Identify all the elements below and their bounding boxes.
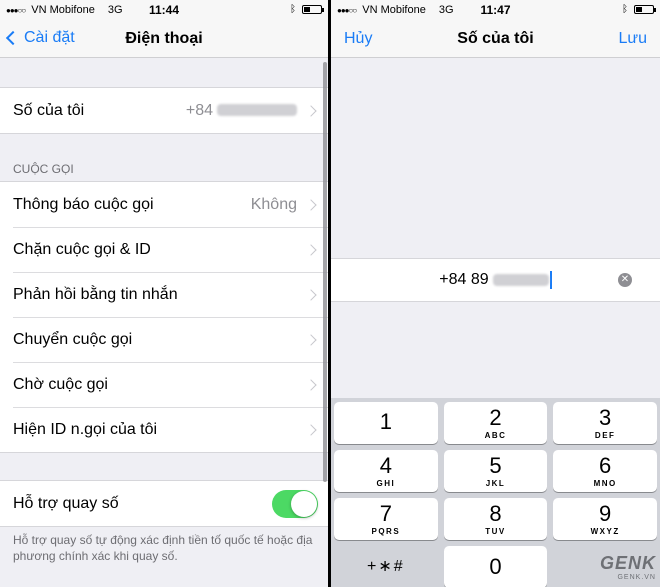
- my-number-value: +84: [186, 102, 297, 120]
- key-digit: +∗#: [367, 558, 405, 575]
- key-digit: 1: [379, 409, 392, 434]
- key-3[interactable]: 3 DEF: [553, 402, 658, 444]
- chevron-right-icon: [305, 198, 317, 211]
- dial-assist-row: Hỗ trợ quay số: [0, 481, 328, 526]
- page-title: Điện thoại: [125, 30, 203, 47]
- key-0[interactable]: 0: [443, 546, 548, 587]
- key-9[interactable]: 9 WXYZ: [553, 498, 658, 540]
- dial-assist-toggle[interactable]: [272, 489, 318, 518]
- redacted-number: [217, 104, 297, 117]
- status-icons: ᛒ: [290, 4, 324, 15]
- my-number-row[interactable]: Số của tôi +84: [0, 88, 328, 133]
- keypad-row: 4 GHI 5 JKL 6 MNO: [334, 450, 658, 492]
- key-letters: JKL: [485, 478, 506, 488]
- key-letters: DEF: [594, 430, 616, 440]
- show-caller-id-row[interactable]: Hiện ID n.gọi của tôi: [0, 407, 328, 452]
- chevron-right-icon: [305, 333, 317, 346]
- save-button[interactable]: Lưu: [618, 30, 647, 48]
- call-announce-row[interactable]: Thông báo cuộc gọi Không: [0, 182, 328, 227]
- keypad-row: 1 2 ABC 3 DEF: [334, 402, 658, 444]
- toggle-knob: [291, 490, 317, 517]
- scrollbar[interactable]: [323, 62, 327, 482]
- key-letters: TUV: [485, 526, 506, 536]
- dial-assist-group: Hỗ trợ quay số: [0, 480, 328, 527]
- key-4[interactable]: 4 GHI: [334, 450, 438, 492]
- key-2[interactable]: 2 ABC: [443, 402, 548, 444]
- chevron-right-icon: [305, 104, 317, 117]
- navigation-bar: Cài đặt Điện thoại: [0, 20, 328, 58]
- call-announce-value: Không: [250, 195, 297, 213]
- clear-icon[interactable]: ✕: [618, 273, 632, 287]
- settings-phone-screen: ●●●○○ VN Mobifone 3G 11:44 ᛒ Cài đặt Điệ…: [0, 0, 328, 587]
- chevron-right-icon: [305, 243, 317, 256]
- keypad-row: 7 PQRS 8 TUV 9 WXYZ: [334, 498, 658, 540]
- bluetooth-icon: ᛒ: [622, 4, 628, 15]
- key-5[interactable]: 5 JKL: [443, 450, 548, 492]
- redacted-number: [492, 274, 549, 286]
- key-7[interactable]: 7 PQRS: [334, 498, 438, 540]
- chevron-right-icon: [305, 423, 317, 436]
- clock: 11:44: [148, 3, 180, 17]
- key-digit: 8: [489, 500, 502, 526]
- key-1[interactable]: 1: [334, 402, 438, 444]
- key-letters: MNO: [593, 478, 617, 488]
- key-letters: GHI: [376, 478, 396, 488]
- call-blocking-row[interactable]: Chặn cuộc gọi & ID: [0, 227, 328, 272]
- my-number-prefix: +84: [185, 101, 213, 119]
- calls-section-header: CUỘC GỌI: [13, 162, 74, 176]
- text-cursor: [549, 271, 552, 289]
- show-caller-id-label: Hiện ID n.gọi của tôi: [13, 420, 158, 438]
- respond-with-text-label: Phản hồi bằng tin nhắn: [13, 285, 178, 303]
- key-letters: ABC: [484, 430, 507, 440]
- key-symbols[interactable]: +∗#: [334, 546, 438, 587]
- key-digit: 9: [599, 500, 612, 526]
- call-waiting-label: Chờ cuộc gọi: [13, 375, 108, 393]
- watermark-site: GENK.VN: [617, 574, 656, 581]
- key-digit: 5: [489, 452, 502, 478]
- battery-icon: [634, 5, 656, 14]
- my-number-label: Số của tôi: [13, 101, 85, 119]
- key-digit: 7: [379, 500, 392, 526]
- chevron-right-icon: [305, 288, 317, 301]
- phone-number-prefix: +84 89: [439, 271, 489, 288]
- key-digit: 2: [489, 404, 502, 430]
- key-digit: 0: [489, 554, 502, 579]
- call-announce-label: Thông báo cuộc gọi: [13, 195, 154, 213]
- dial-assist-note: Hỗ trợ quay số tự động xác định tiền tố …: [13, 533, 313, 563]
- call-waiting-row[interactable]: Chờ cuộc gọi: [0, 362, 328, 407]
- status-bar: ●●●○○ VN Mobifone 3G 11:47 ᛒ: [331, 0, 660, 20]
- respond-with-text-row[interactable]: Phản hồi bằng tin nhắn: [0, 272, 328, 317]
- navigation-bar: Hủy Số của tôi Lưu: [331, 20, 660, 58]
- key-6[interactable]: 6 MNO: [553, 450, 658, 492]
- chevron-right-icon: [305, 378, 317, 391]
- page-title: Số của tôi: [457, 30, 534, 47]
- key-digit: 6: [599, 452, 612, 478]
- numeric-keypad: 1 2 ABC 3 DEF 4 GHI 5 JKL 6 MNO 7 PQRS 8 TUV 9W…: [331, 398, 660, 587]
- key-digit: 3: [599, 404, 612, 430]
- key-8[interactable]: 8 TUV: [443, 498, 548, 540]
- key-digit: 4: [379, 452, 392, 478]
- my-number-edit-screen: ●●●○○ VN Mobifone 3G 11:47 ᛒ Hủy Số của …: [331, 0, 660, 587]
- my-number-group: Số của tôi +84: [0, 87, 328, 134]
- calls-group: Thông báo cuộc gọi Không Chặn cuộc gọi &…: [0, 181, 328, 453]
- status-bar: ●●●○○ VN Mobifone 3G 11:44 ᛒ: [0, 0, 328, 20]
- call-forwarding-label: Chuyển cuộc gọi: [13, 330, 133, 348]
- call-blocking-label: Chặn cuộc gọi & ID: [13, 240, 151, 258]
- dial-assist-label: Hỗ trợ quay số: [13, 494, 119, 512]
- watermark: GENK GENK.VN: [600, 553, 656, 581]
- battery-icon: [302, 5, 324, 14]
- call-forwarding-row[interactable]: Chuyển cuộc gọi: [0, 317, 328, 362]
- watermark-brand: GENK: [599, 553, 656, 573]
- bluetooth-icon: ᛒ: [290, 4, 296, 15]
- clock: 11:47: [480, 3, 511, 17]
- key-letters: PQRS: [371, 526, 401, 536]
- phone-number-field[interactable]: +84 89 ✕: [331, 258, 660, 302]
- key-letters: WXYZ: [590, 526, 620, 536]
- status-icons: ᛒ: [622, 4, 656, 15]
